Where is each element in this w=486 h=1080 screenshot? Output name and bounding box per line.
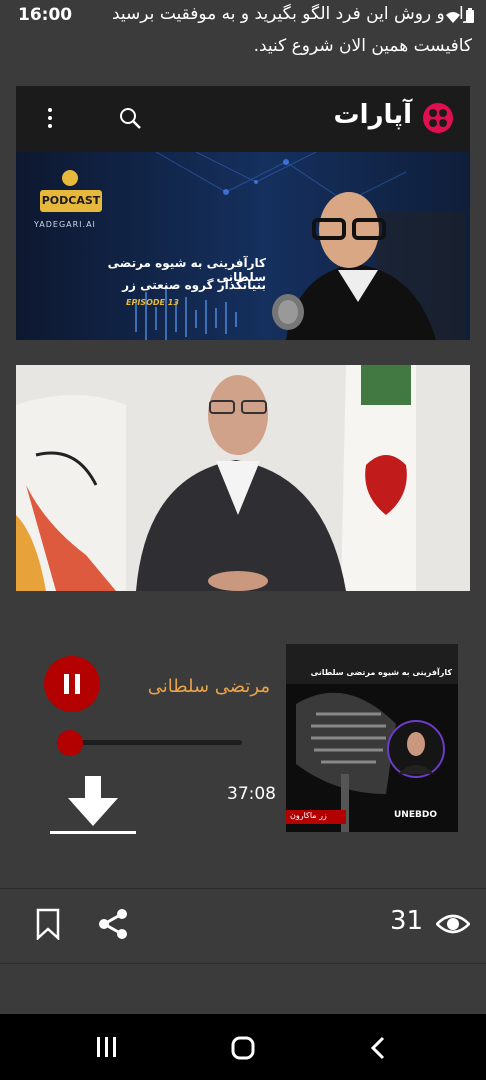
- cover-title: کارآفرینی به شیوه مرتضی سلطانی: [310, 668, 452, 677]
- wifi-icon: [445, 9, 460, 23]
- aparat-header: آپارات: [16, 86, 470, 152]
- seek-thumb[interactable]: [57, 730, 83, 756]
- home-icon[interactable]: [231, 1036, 255, 1064]
- view-count: 31: [390, 906, 424, 936]
- article-photo: [16, 365, 470, 591]
- battery-icon: [465, 8, 479, 23]
- eye-icon: [435, 912, 471, 940]
- seek-bar[interactable]: [70, 740, 242, 745]
- album-cover: کارآفرینی به شیوه مرتضی سلطانی UNEBDO زر…: [286, 644, 458, 832]
- pause-button[interactable]: [44, 656, 100, 712]
- aparat-logo-icon: [422, 102, 454, 138]
- aparat-logo-text: آپارات: [333, 100, 412, 130]
- episode-label: EPISODE 13: [126, 298, 179, 307]
- track-duration: 37:08: [227, 784, 276, 804]
- recents-icon[interactable]: [96, 1036, 118, 1062]
- bookmark-icon[interactable]: [36, 908, 60, 944]
- download-icon: [50, 776, 136, 834]
- more-vert-icon[interactable]: [46, 106, 54, 134]
- download-button[interactable]: [50, 776, 136, 836]
- cover-brand: UNEBDO: [394, 810, 437, 820]
- cover-brand-left: زر ماکارون: [290, 811, 327, 820]
- intro-text-line-1: راه و روش این فرد الگو بگیرید و به موفقی…: [112, 4, 472, 24]
- podcast-badge: PODCAST: [40, 190, 102, 212]
- pause-icon: [64, 674, 80, 694]
- system-nav-bar: [0, 1014, 486, 1080]
- video-thumbnail[interactable]: PODCAST YADEGARI.AI کارآفرینی به شیوه مر…: [16, 152, 470, 340]
- back-icon[interactable]: [370, 1036, 386, 1064]
- intro-text-line-2: کافیست همین الان شروع کنید.: [253, 36, 472, 56]
- search-icon[interactable]: [118, 106, 142, 134]
- status-clock: 16:00: [18, 5, 73, 25]
- video-title-line-2: بنیانگذار گروه صنعتی زر: [122, 278, 266, 292]
- aparat-video-embed[interactable]: آپارات PODCAST YADEGARI.AI کارآفرینی به …: [16, 86, 470, 340]
- video-brand: YADEGARI.AI: [34, 220, 96, 229]
- track-artist: مرتضی سلطانی: [147, 676, 270, 697]
- share-icon[interactable]: [98, 908, 128, 944]
